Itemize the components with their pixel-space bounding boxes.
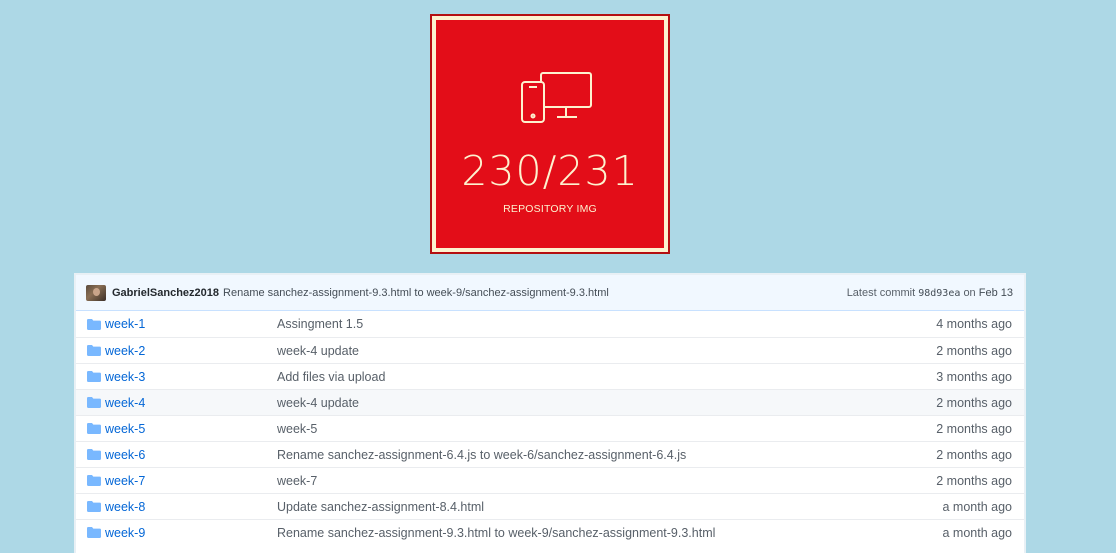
- folder-icon: [87, 318, 101, 330]
- file-name-cell: week-5: [87, 422, 277, 436]
- folder-icon: [87, 501, 101, 512]
- file-name-link[interactable]: week-6: [105, 448, 145, 462]
- file-commit-message[interactable]: week-4 update: [277, 396, 882, 410]
- avatar[interactable]: [86, 284, 106, 301]
- file-name-link[interactable]: week-3: [105, 370, 145, 384]
- folder-icon: [87, 449, 101, 460]
- file-row: week-7 week-7 2 months ago: [76, 467, 1024, 493]
- file-row: week-2 week-4 update 2 months ago: [76, 337, 1024, 363]
- file-rows: week-1 Assingment 1.5 4 months ago week-…: [76, 311, 1024, 545]
- file-name-link[interactable]: week-2: [105, 344, 145, 358]
- file-name-link[interactable]: week-9: [105, 526, 145, 540]
- file-commit-message[interactable]: Update sanchez-assignment-8.4.html: [277, 500, 882, 514]
- file-name-cell: week-3: [87, 370, 277, 384]
- file-commit-message[interactable]: Rename sanchez-assignment-9.3.html to we…: [277, 526, 882, 540]
- file-row: week-5 week-5 2 months ago: [76, 415, 1024, 441]
- file-name-link[interactable]: week-5: [105, 422, 145, 436]
- file-row: week-3 Add files via upload 3 months ago: [76, 363, 1024, 389]
- latest-commit-bar: GabrielSanchez2018 Rename sanchez-assign…: [76, 275, 1024, 311]
- file-name-link[interactable]: week-8: [105, 500, 145, 514]
- file-age: 3 months ago: [936, 369, 1012, 384]
- file-commit-message[interactable]: week-4 update: [277, 344, 882, 358]
- commit-on-label: on: [963, 286, 976, 299]
- folder-icon: [87, 475, 101, 486]
- file-name-cell: week-7: [87, 474, 277, 488]
- file-row: week-6 Rename sanchez-assignment-6.4.js …: [76, 441, 1024, 467]
- file-name-link[interactable]: week-4: [105, 396, 145, 410]
- commit-date: Feb 13: [978, 286, 1013, 299]
- repository-badge: 230/231 REPOSITORY IMG: [430, 14, 670, 254]
- folder-icon: [87, 527, 101, 538]
- file-name-cell: week-6: [87, 448, 277, 462]
- folder-icon: [87, 345, 101, 356]
- file-age: 2 months ago: [936, 343, 1012, 358]
- file-row: week-1 Assingment 1.5 4 months ago: [76, 311, 1024, 337]
- file-age: 2 months ago: [936, 447, 1012, 462]
- badge-inner: 230/231 REPOSITORY IMG: [437, 21, 663, 247]
- file-name-link[interactable]: week-7: [105, 474, 145, 488]
- file-commit-message[interactable]: Add files via upload: [277, 370, 882, 384]
- file-name-link[interactable]: week-1: [105, 317, 145, 331]
- file-age: a month ago: [942, 525, 1013, 540]
- file-name-cell: week-2: [87, 344, 277, 358]
- commit-message[interactable]: Rename sanchez-assignment-9.3.html to we…: [223, 287, 609, 299]
- file-age: 2 months ago: [936, 395, 1012, 410]
- file-commit-message[interactable]: Assingment 1.5: [277, 317, 882, 331]
- file-name-cell: week-1: [87, 317, 277, 331]
- file-name-cell: week-9: [87, 526, 277, 540]
- file-age: 2 months ago: [936, 421, 1012, 436]
- folder-icon: [87, 397, 101, 408]
- folder-icon: [87, 371, 101, 382]
- file-row: week-9 Rename sanchez-assignment-9.3.htm…: [76, 519, 1024, 545]
- file-age: a month ago: [942, 499, 1013, 514]
- file-age: 2 months ago: [936, 473, 1012, 488]
- latest-commit-label: Latest commit: [846, 286, 916, 299]
- file-row: week-8 Update sanchez-assignment-8.4.htm…: [76, 493, 1024, 519]
- devices-icon: [521, 72, 592, 123]
- badge-count: 230/231: [461, 147, 639, 195]
- file-name-cell: week-4: [87, 396, 277, 410]
- file-name-cell: week-8: [87, 500, 277, 514]
- file-commit-message[interactable]: week-7: [277, 474, 882, 488]
- file-row: week-4 week-4 update 2 months ago: [76, 389, 1024, 415]
- folder-icon: [87, 423, 101, 434]
- commit-sha[interactable]: 98d93ea: [918, 288, 960, 299]
- file-age: 4 months ago: [936, 317, 1012, 331]
- file-commit-message[interactable]: week-5: [277, 422, 882, 436]
- latest-commit-meta: Latest commit 98d93ea on Feb 13: [847, 287, 1013, 299]
- commit-author[interactable]: GabrielSanchez2018: [112, 287, 219, 299]
- file-commit-message[interactable]: Rename sanchez-assignment-6.4.js to week…: [277, 448, 882, 462]
- repository-file-list: GabrielSanchez2018 Rename sanchez-assign…: [74, 273, 1026, 553]
- badge-caption: REPOSITORY IMG: [503, 203, 597, 215]
